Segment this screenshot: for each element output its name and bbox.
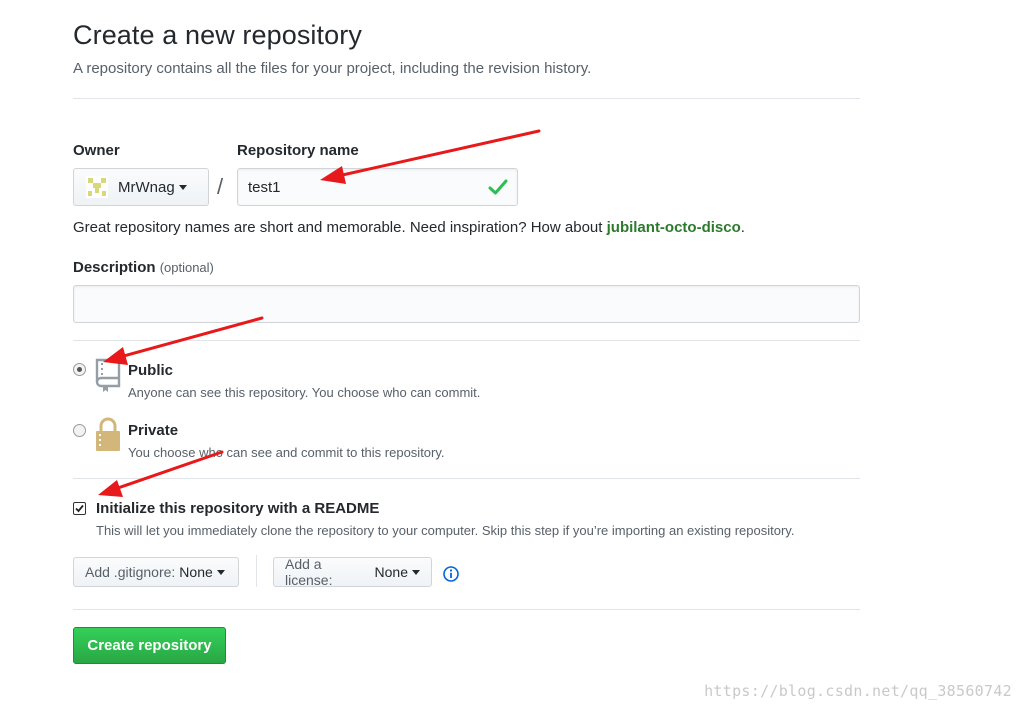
chevron-down-icon (412, 569, 420, 575)
visibility-public-radio[interactable] (73, 363, 86, 376)
watermark: https://blog.csdn.net/qq_38560742 (704, 682, 1012, 700)
visibility-private-radio[interactable] (73, 424, 86, 437)
button-divider (256, 555, 257, 587)
divider (73, 340, 860, 341)
gitignore-value: None (179, 564, 213, 580)
repo-icon (95, 358, 121, 392)
visibility-public-note: Anyone can see this repository. You choo… (128, 385, 481, 400)
owner-name: MrWnag (118, 178, 175, 196)
optional-tag: (optional) (159, 260, 214, 275)
owner-repo-separator: / (217, 174, 224, 199)
check-icon (488, 179, 508, 195)
page-title: Create a new repository (73, 20, 362, 50)
owner-avatar-icon (86, 176, 108, 198)
readme-checkbox[interactable] (73, 502, 86, 515)
repository-name-label: Repository name (237, 142, 359, 159)
readme-label[interactable]: Initialize this repository with a README (96, 500, 379, 517)
description-input[interactable] (73, 285, 860, 323)
lock-icon (96, 417, 120, 451)
repository-name-hint: Great repository names are short and mem… (73, 219, 745, 236)
readme-note: This will let you immediately clone the … (96, 523, 795, 538)
divider (73, 609, 860, 610)
name-suggestion-link[interactable]: jubilant-octo-disco (607, 219, 741, 236)
description-label: Description (optional) (73, 259, 214, 276)
gitignore-label: Add .gitignore: (85, 564, 176, 580)
divider (73, 478, 860, 479)
annotation-arrow-public (118, 316, 264, 359)
page-subtitle: A repository contains all the files for … (73, 60, 592, 77)
visibility-private-note: You choose who can see and commit to thi… (128, 445, 445, 460)
chevron-down-icon (178, 184, 187, 190)
license-value: None (374, 564, 408, 580)
annotation-arrowhead (98, 480, 123, 497)
owner-select-button[interactable]: MrWnag (73, 168, 209, 206)
create-repository-button[interactable]: Create repository (73, 627, 226, 664)
repository-name-input[interactable] (237, 168, 518, 206)
gitignore-select-button[interactable]: Add .gitignore: None (73, 557, 239, 587)
owner-label: Owner (73, 142, 120, 159)
annotation-arrows (98, 129, 541, 497)
visibility-private-title: Private (128, 422, 179, 439)
license-select-button[interactable]: Add a license: None (273, 556, 432, 588)
checkmark-icon (75, 504, 84, 513)
info-icon[interactable] (443, 566, 459, 582)
chevron-down-icon (216, 569, 225, 575)
license-label: Add a license: (285, 556, 333, 588)
visibility-public-title: Public (128, 362, 174, 379)
divider (73, 98, 860, 99)
